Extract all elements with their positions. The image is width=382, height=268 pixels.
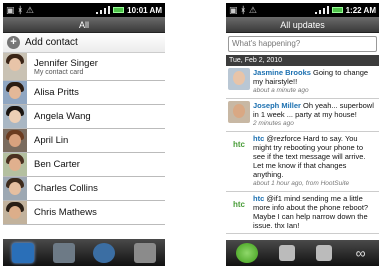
tweet-author[interactable]: Joseph Miller bbox=[253, 101, 301, 110]
tweets-tab-icon[interactable] bbox=[236, 243, 259, 263]
contact-name: Jennifer Singer bbox=[34, 57, 98, 69]
date-header: Tue, Feb 2, 2010 bbox=[226, 55, 379, 66]
htc-logo-icon: htc bbox=[233, 200, 245, 209]
contact-row[interactable]: Alisa Pritts bbox=[3, 81, 165, 105]
contact-row[interactable]: April Lin bbox=[3, 129, 165, 153]
add-contact-button[interactable]: + Add contact bbox=[3, 33, 165, 53]
signal-icon bbox=[314, 6, 329, 14]
notification-icons: ▣ ᚼ ⚠ bbox=[229, 5, 257, 16]
page-title: All bbox=[3, 17, 165, 33]
tweet-author[interactable]: htc bbox=[253, 134, 264, 143]
avatar bbox=[3, 153, 27, 176]
tweet-author[interactable]: htc bbox=[253, 194, 264, 203]
calendar-notification-icon: ▣ bbox=[6, 4, 15, 15]
avatar bbox=[3, 201, 27, 224]
people-tab-icon[interactable] bbox=[12, 242, 35, 263]
avatar bbox=[3, 105, 27, 128]
tweet-meta: 2 minutes ago bbox=[253, 120, 294, 127]
contact-row[interactable]: Angela Wang bbox=[3, 105, 165, 129]
contact-row[interactable]: Charles Collins bbox=[3, 177, 165, 201]
battery-icon bbox=[331, 7, 343, 13]
avatar bbox=[3, 177, 27, 200]
tab-bar bbox=[3, 239, 165, 266]
calendar-notification-icon: ▣ bbox=[229, 4, 238, 15]
contact-row-my-card[interactable]: Jennifer Singer My contact card bbox=[3, 53, 165, 81]
signal-icon bbox=[96, 6, 111, 14]
contact-row[interactable]: Ben Carter bbox=[3, 153, 165, 177]
warning-notification-icon: ⚠ bbox=[248, 4, 257, 15]
online-directory-tab-icon[interactable] bbox=[93, 242, 116, 263]
tweet-author[interactable]: Jasmine Brooks bbox=[253, 68, 311, 77]
status-bar: ▣ ᚼ ⚠ 1:22 AM bbox=[226, 3, 379, 17]
tweet-item[interactable]: htc htc @if1 mind sending me a little mo… bbox=[226, 192, 379, 234]
groups-tab-icon[interactable] bbox=[52, 242, 75, 263]
people-screen: ▣ ᚼ ⚠ 10:01 AM All + Add contact Jennife… bbox=[3, 3, 165, 266]
tweet-meta: about a minute ago bbox=[253, 87, 309, 94]
htc-logo-icon: htc bbox=[233, 140, 245, 149]
compose-input[interactable]: What's happening? bbox=[228, 36, 377, 52]
avatar bbox=[3, 81, 27, 104]
usb-notification-icon: ᚼ bbox=[17, 4, 23, 15]
contact-name: Charles Collins bbox=[34, 183, 98, 194]
call-history-tab-icon[interactable] bbox=[133, 242, 156, 263]
status-bar: ▣ ᚼ ⚠ 10:01 AM bbox=[3, 3, 165, 17]
contact-name: Ben Carter bbox=[34, 159, 80, 170]
avatar bbox=[3, 129, 27, 152]
mentions-tab-icon[interactable] bbox=[279, 245, 296, 261]
contact-name: Chris Mathews bbox=[34, 207, 97, 218]
tweet-item[interactable]: Joseph Miller Oh yeah... superbowl in 1 … bbox=[226, 99, 379, 132]
status-time: 10:01 AM bbox=[127, 5, 162, 15]
tweet-item[interactable]: htc htc @rezforce Hard to say. You might… bbox=[226, 132, 379, 192]
battery-icon bbox=[113, 7, 125, 13]
tweet-text: @rezforce Hard to say. You might try reb… bbox=[253, 134, 366, 179]
contact-subtitle: My contact card bbox=[34, 68, 84, 76]
tab-bar: ∞ bbox=[226, 240, 379, 266]
tweet-item[interactable]: Jasmine Brooks Going to change my hairst… bbox=[226, 66, 379, 99]
tweet-text: @if1 mind sending me a little more info … bbox=[253, 194, 369, 230]
avatar bbox=[228, 68, 250, 90]
avatar bbox=[228, 101, 250, 123]
status-time: 1:22 AM bbox=[345, 5, 376, 15]
contact-name: April Lin bbox=[34, 135, 69, 146]
twitter-screen: ▣ ᚼ ⚠ 1:22 AM All updates What's happeni… bbox=[226, 3, 379, 266]
notification-icons: ▣ ᚼ ⚠ bbox=[6, 5, 34, 16]
add-icon: + bbox=[7, 36, 20, 49]
messages-tab-icon[interactable] bbox=[315, 245, 332, 261]
tweet-meta: about 1 hour ago, from HootSuite bbox=[253, 180, 350, 187]
contact-row[interactable]: Chris Mathews bbox=[3, 201, 165, 225]
contact-name: Alisa Pritts bbox=[34, 87, 79, 98]
page-title: All updates bbox=[226, 17, 379, 33]
avatar bbox=[3, 53, 27, 80]
warning-notification-icon: ⚠ bbox=[25, 4, 34, 15]
usb-notification-icon: ᚼ bbox=[240, 4, 246, 15]
add-contact-label: Add contact bbox=[25, 37, 78, 48]
search-tab-icon[interactable]: ∞ bbox=[353, 245, 369, 261]
contact-name: Angela Wang bbox=[34, 111, 91, 122]
